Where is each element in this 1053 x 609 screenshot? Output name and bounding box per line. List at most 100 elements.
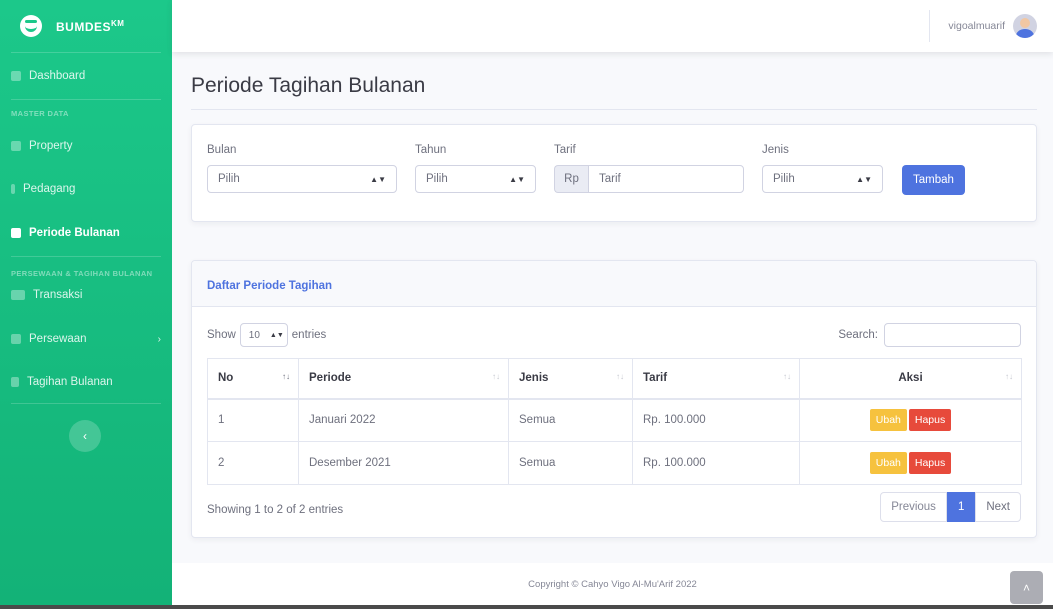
sidebar-item-pedagang[interactable]: Pedagang [0,168,172,210]
dashboard-icon [11,71,21,81]
cell-aksi: Ubah Hapus [799,441,1022,485]
pagination: Previous 1 Next [880,492,1021,522]
calendar-check-icon [11,228,21,238]
jenis-select[interactable]: Pilih ▲▼ [762,165,883,193]
select-arrows-icon: ▲▼ [370,174,386,184]
username[interactable]: vigoalmuarif [948,20,1005,32]
sidebar-item-label: Persewaan [29,333,87,345]
footer: Copyright © Cahyo Vigo Al-Mu'Arif 2022 [172,563,1053,605]
search-input[interactable] [884,323,1021,347]
sidebar-item-label: Property [29,140,73,152]
sidebar-toggle-button[interactable]: ‹ [69,420,101,452]
cell-periode: Desember 2021 [298,441,509,485]
sidebar-item-label: Periode Bulanan [29,227,120,239]
tahun-select-value: Pilih [426,173,448,185]
scroll-to-top-button[interactable]: ˄ [1010,571,1043,604]
folder-icon [11,334,21,344]
select-arrows-icon: ▲▼ [269,331,284,339]
money-icon [11,290,25,300]
cell-aksi: Ubah Hapus [799,398,1022,442]
select-arrows-icon: ▲▼ [509,174,525,184]
table-header-row: No ↑↓ Periode ↑↓ Jenis ↑↓ Tarif ↑↓ Aksi ↑↓ [207,358,1022,400]
tarif-label: Tarif [554,144,576,156]
window-bottom-edge [0,605,1053,609]
show-label: Show [207,329,236,341]
title-divider [191,109,1037,110]
header-label: Aksi [898,372,923,385]
column-header-jenis[interactable]: Jenis ↑↓ [508,358,633,400]
form-card: Bulan Pilih ▲▼ Tahun Pilih ▲▼ Tarif Rp T… [191,124,1037,222]
previous-page-button[interactable]: Previous [880,492,947,522]
entries-select[interactable]: 10 ▲▼ [239,323,288,347]
sidebar-item-label: Pedagang [23,183,76,195]
avatar[interactable] [1013,14,1037,38]
smiley-logo-icon [20,15,42,37]
bulan-label: Bulan [207,144,237,156]
cell-periode: Januari 2022 [298,398,509,442]
table-row: 2 Desember 2021 Semua Rp. 100.000 Ubah Ha… [207,441,1022,485]
receipt-icon [11,377,19,387]
column-header-aksi[interactable]: Aksi ↑↓ [799,358,1022,400]
header-label: Periode [309,372,352,385]
page-1-button[interactable]: 1 [946,492,976,522]
sort-icon: ↑↓ [492,372,500,381]
sort-icon: ↑↓ [1005,372,1013,381]
search-label: Search: [838,329,878,341]
sidebar-item-transaksi[interactable]: Transaksi [0,281,172,309]
table-card: Daftar Periode Tagihan Show 10 ▲▼ entrie… [191,260,1037,538]
sidebar-item-dashboard[interactable]: Dashboard [0,53,172,99]
periode-table: No ↑↓ Periode ↑↓ Jenis ↑↓ Tarif ↑↓ Aksi ↑↓ 1 … [207,358,1022,485]
select-arrows-icon: ▲▼ [856,174,872,184]
sidebar-item-property[interactable]: Property [0,124,172,168]
topbar-divider [929,10,931,42]
chevron-up-icon: ˄ [1022,580,1030,595]
page-title: Periode Tagihan Bulanan [191,74,426,97]
ubah-button[interactable]: Ubah [869,409,907,432]
table-info: Showing 1 to 2 of 2 entries [207,504,344,516]
hapus-button[interactable]: Hapus [908,409,952,432]
building-icon [11,141,21,151]
cell-jenis: Semua [508,441,633,485]
sidebar-item-persewaan[interactable]: Persewaan › [0,309,172,369]
column-header-periode[interactable]: Periode ↑↓ [298,358,509,400]
sidebar-item-tagihan[interactable]: Tagihan Bulanan [0,369,172,395]
cell-jenis: Semua [508,398,633,442]
next-page-button[interactable]: Next [975,492,1021,522]
ubah-button[interactable]: Ubah [869,452,907,474]
rp-prefix: Rp [554,165,588,193]
entries-length: Show 10 ▲▼ entries [207,323,326,347]
tarif-input[interactable]: Tarif [588,165,744,193]
brand[interactable]: BUMDESKM [0,0,172,52]
chevron-left-icon: ‹ [83,429,87,443]
bulan-select-value: Pilih [218,173,240,185]
sort-icon: ↑↓ [282,372,290,381]
jenis-label: Jenis [762,144,789,156]
tahun-select[interactable]: Pilih ▲▼ [415,165,536,193]
jenis-select-value: Pilih [773,173,795,185]
cell-no: 1 [207,398,299,442]
tambah-button[interactable]: Tambah [902,165,965,195]
cell-no: 2 [207,441,299,485]
column-header-no[interactable]: No ↑↓ [207,358,299,400]
sidebar-item-label: Transaksi [33,289,83,301]
header-label: No [218,372,234,385]
column-header-tarif[interactable]: Tarif ↑↓ [632,358,800,400]
header-label: Tarif [643,372,668,385]
sort-icon: ↑↓ [783,372,791,381]
tahun-label: Tahun [415,144,447,156]
sidebar-item-periode[interactable]: Periode Bulanan [0,210,172,256]
sidebar-item-label: Dashboard [29,70,86,82]
table-search: Search: [838,323,1021,347]
cell-tarif: Rp. 100.000 [632,441,800,485]
entries-label: entries [291,329,327,341]
sidebar-item-label: Tagihan Bulanan [27,376,113,388]
table-row: 1 Januari 2022 Semua Rp. 100.000 Ubah Hap… [207,398,1022,442]
cell-tarif: Rp. 100.000 [632,398,800,442]
bulan-select[interactable]: Pilih ▲▼ [207,165,397,193]
brand-name: BUMDESKM [56,18,125,34]
hapus-button[interactable]: Hapus [908,452,952,474]
copyright-text: Copyright © Cahyo Vigo Al-Mu'Arif 2022 [528,578,697,590]
user-icon [11,184,15,194]
tarif-input-group: Rp Tarif [554,165,744,193]
sidebar-heading-persewaan: PERSEWAAN & TAGIHAN BULANAN [11,269,153,278]
